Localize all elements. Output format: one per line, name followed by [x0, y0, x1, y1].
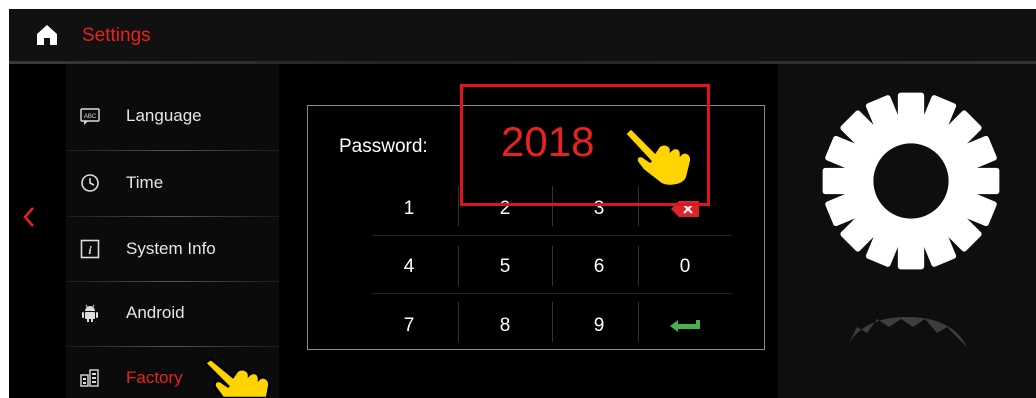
svg-text:ABC: ABC: [84, 114, 97, 120]
sidebar: ABC Language Time i System Info Android …: [66, 64, 279, 398]
gear-reflection-icon: [847, 317, 967, 347]
key-0[interactable]: 0: [638, 244, 732, 290]
android-icon: [82, 304, 98, 322]
page-title: Settings: [82, 25, 151, 46]
pointing-hand-icon: [623, 126, 693, 188]
sidebar-item-time[interactable]: Time: [66, 151, 279, 215]
keypad-divider: [372, 293, 732, 294]
key-1[interactable]: 1: [362, 186, 456, 232]
svg-text:i: i: [88, 243, 92, 257]
pointing-hand-icon: [203, 357, 271, 398]
sidebar-item-language[interactable]: ABC Language: [66, 84, 279, 148]
key-7[interactable]: 7: [362, 303, 456, 349]
factory-icon: [80, 369, 99, 387]
sidebar-item-label: Language: [126, 106, 202, 125]
sidebar-item-system-info[interactable]: i System Info: [66, 217, 279, 281]
sidebar-item-label: Time: [126, 173, 164, 192]
chevron-left-icon[interactable]: [22, 205, 36, 229]
enter-icon: [670, 320, 700, 332]
header-bar: Settings: [9, 9, 1036, 61]
keypad-divider: [372, 235, 732, 236]
key-8[interactable]: 8: [458, 303, 552, 349]
clock-icon: [81, 174, 99, 192]
sidebar-item-label: Android: [126, 303, 185, 322]
password-label: Password:: [339, 136, 428, 157]
key-5[interactable]: 5: [458, 244, 552, 290]
language-icon: ABC: [80, 108, 100, 125]
settings-screen: Settings ABC Language Time i System Info…: [9, 9, 1036, 398]
key-9[interactable]: 9: [552, 303, 646, 349]
sidebar-item-android[interactable]: Android: [66, 281, 279, 345]
sidebar-item-label: Factory: [126, 368, 183, 387]
key-4[interactable]: 4: [362, 244, 456, 290]
gear-icon: [822, 92, 1000, 270]
home-icon[interactable]: [36, 24, 58, 46]
sidebar-item-label: System Info: [126, 239, 216, 258]
key-6[interactable]: 6: [552, 244, 646, 290]
enter-key[interactable]: [638, 303, 732, 349]
info-icon: i: [80, 239, 100, 259]
